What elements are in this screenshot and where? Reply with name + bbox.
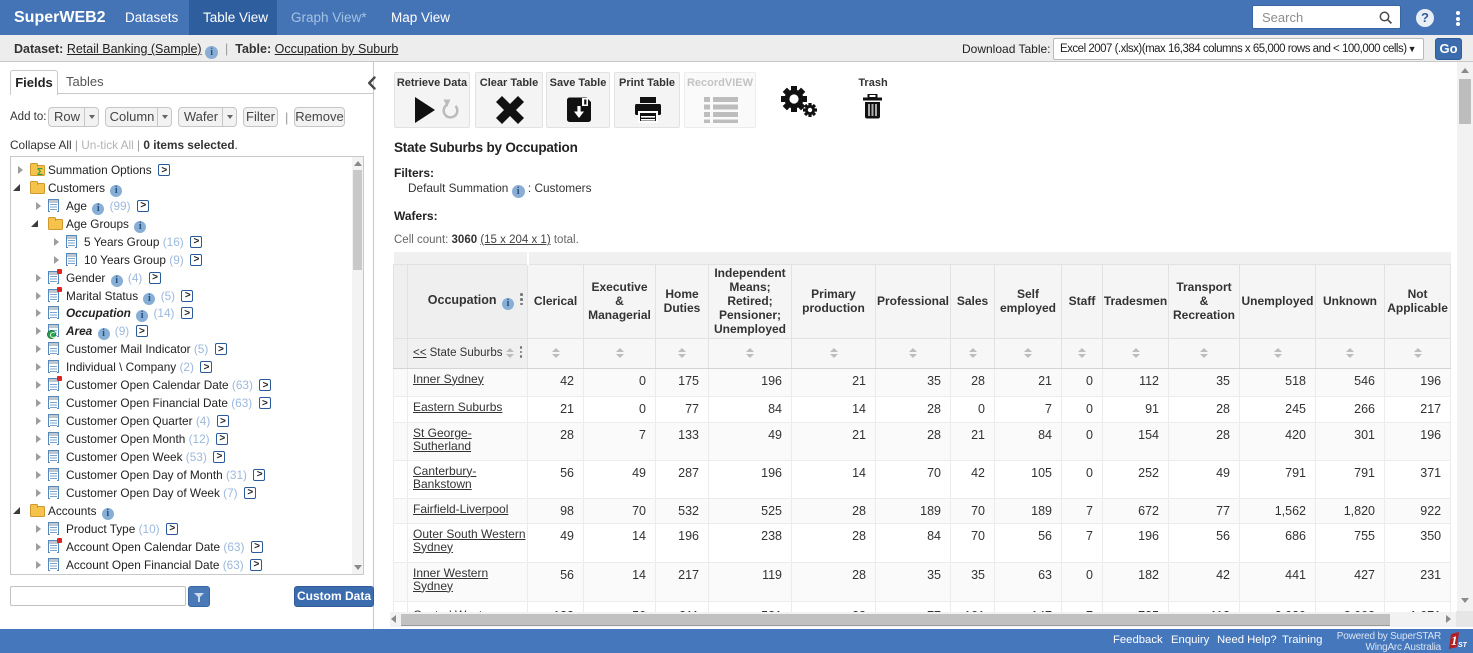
- svg-text:1: 1: [1451, 633, 1458, 648]
- svg-text:ST: ST: [1458, 642, 1467, 649]
